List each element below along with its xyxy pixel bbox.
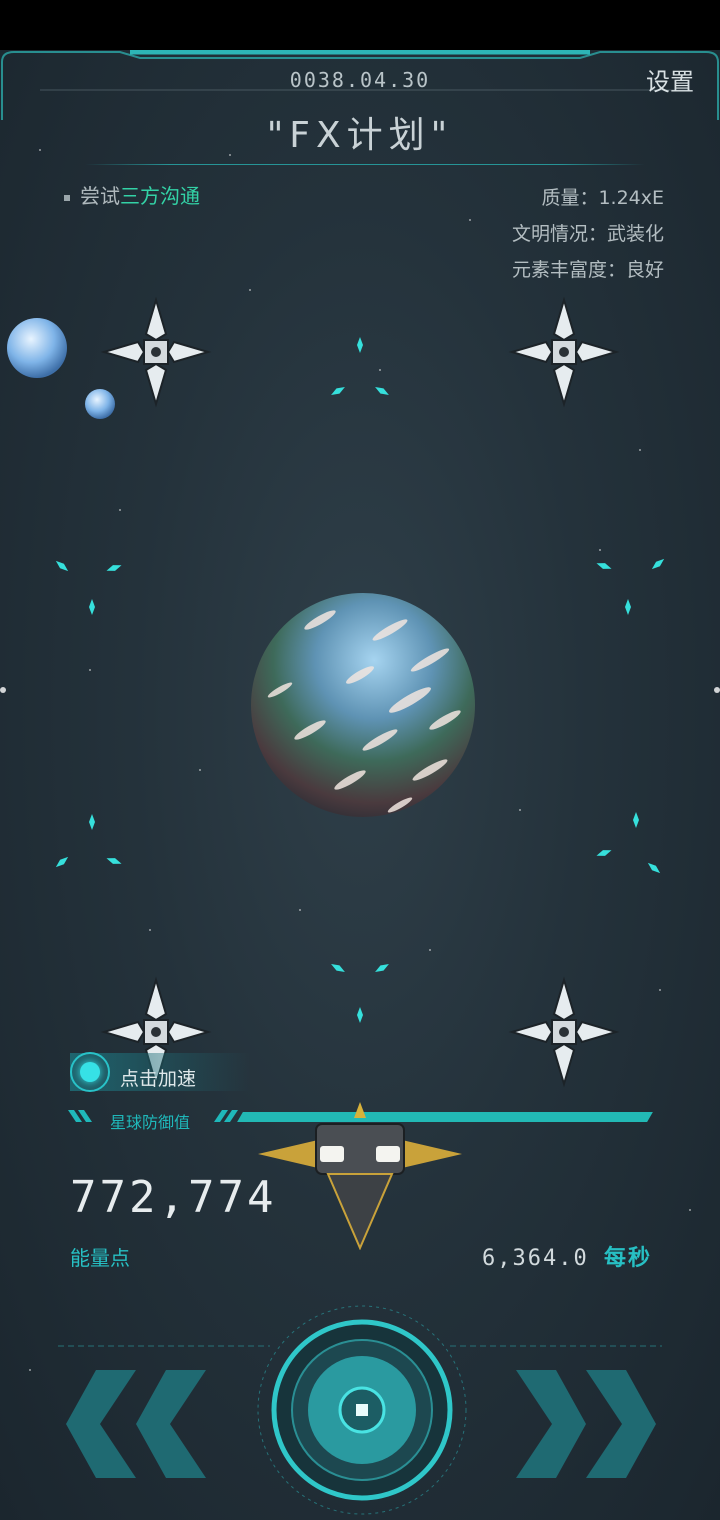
game-stage: 0038.04.30 设置 "FX计划" 尝试三方沟通 质量：1.24xE 文明… — [0, 50, 720, 1520]
defense-chevron-icon — [68, 1110, 92, 1122]
defense-ship-icon — [103, 299, 209, 405]
flagship-icon — [258, 1102, 462, 1250]
defense-ship-icon — [511, 299, 617, 405]
rate-value: 6,364.0 — [482, 1246, 589, 1271]
energy-label: 能量点 — [70, 1246, 130, 1270]
rate-unit: 每秒 — [603, 1246, 652, 1271]
defense-ship-icon — [511, 979, 617, 1085]
energy-rate: 6,364.0 每秒 — [482, 1240, 652, 1272]
energy-value: 772,774 — [70, 1172, 277, 1223]
accelerate-label: 点击加速 — [120, 1068, 197, 1090]
defense-label: 星球防御值 — [110, 1113, 191, 1132]
accelerate-dot-icon — [80, 1062, 100, 1082]
previous-arrow-button[interactable] — [66, 1370, 216, 1478]
main-button-outer-ring — [257, 1305, 467, 1515]
next-arrow-button[interactable] — [506, 1370, 656, 1478]
home-planet[interactable] — [240, 580, 490, 830]
